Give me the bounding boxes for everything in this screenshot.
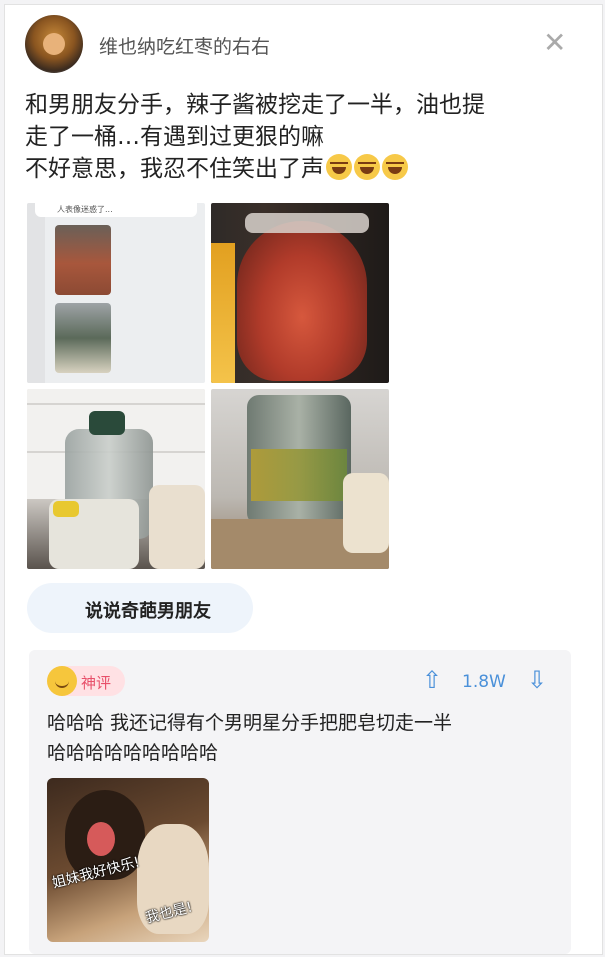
comment-text: 哈哈哈 我还记得有个男明星分手把肥皂切走一半 哈哈哈哈哈哈哈哈哈 [47,708,452,768]
close-icon[interactable]: ✕ [543,29,566,57]
jar-lid [245,213,369,233]
avatar-face [43,33,65,55]
topic-chip[interactable]: 说说奇葩男朋友 [27,583,253,633]
comment-meme-image[interactable]: 姐妹我好快乐! 我也是! [47,778,209,942]
oil-bottle [211,243,235,383]
arrow-up-icon[interactable]: ⇧ [422,668,442,692]
post-text-line: 走了一桶…有遇到过更狠的嘛 [25,124,324,150]
chat-caption: 人表像迷惑了... [35,203,197,217]
laughing-tears-emoji-icon [326,154,352,180]
post-image-oil-can-closeup[interactable] [211,389,389,569]
comment-text-line: 哈哈哈哈哈哈哈哈哈 [47,742,219,764]
plastic-bag [149,485,205,569]
hot-comment-badge: 神评 [47,666,125,696]
upvote-count: 1.8W [462,672,506,692]
avatar[interactable] [25,15,83,73]
post-text-line-content: 不好意思，我忍不住笑出了声 [25,156,324,182]
post-text-line: 和男朋友分手，辣子酱被挖走了一半，油也提 [25,92,485,118]
chat-thumbnail-jar [55,225,111,295]
laughing-tears-emoji-icon [382,154,408,180]
laughing-tears-emoji-icon [354,154,380,180]
post-card: 维也纳吃红枣的右右 ✕ 和男朋友分手，辣子酱被挖走了一半，油也提 走了一桶…有遇… [4,4,603,955]
smile-icon [47,666,77,696]
comment-text-line: 哈哈哈 我还记得有个男明星分手把肥皂切走一半 [47,712,453,734]
username[interactable]: 维也纳吃红枣的右右 [99,32,270,59]
plastic-bag [343,473,389,553]
oil-can-label [251,449,347,501]
top-comment: 神评 ⇧ 1.8W ⇩ 哈哈哈 我还记得有个男明星分手把肥皂切走一半 哈哈哈哈哈… [29,650,571,954]
post-image-oil-can[interactable] [27,389,205,569]
yellow-cap [53,501,79,517]
arrow-down-icon[interactable]: ⇩ [527,668,547,692]
oil-can-cap [89,411,125,435]
chat-strip [27,203,45,383]
post-image-chat-screenshot[interactable]: 人表像迷惑了... [27,203,205,383]
post-text-line: 不好意思，我忍不住笑出了声 [25,153,585,185]
chat-thumbnail-oil [55,303,111,373]
badge-label: 神评 [81,674,112,692]
meme-dog-mouth [87,822,115,856]
chili-jar [237,221,367,381]
post-image-chili-jar[interactable] [211,203,389,383]
topic-label: 说说奇葩男朋友 [85,601,211,622]
post-text: 和男朋友分手，辣子酱被挖走了一半，油也提 走了一桶…有遇到过更狠的嘛 不好意思，… [25,89,585,185]
